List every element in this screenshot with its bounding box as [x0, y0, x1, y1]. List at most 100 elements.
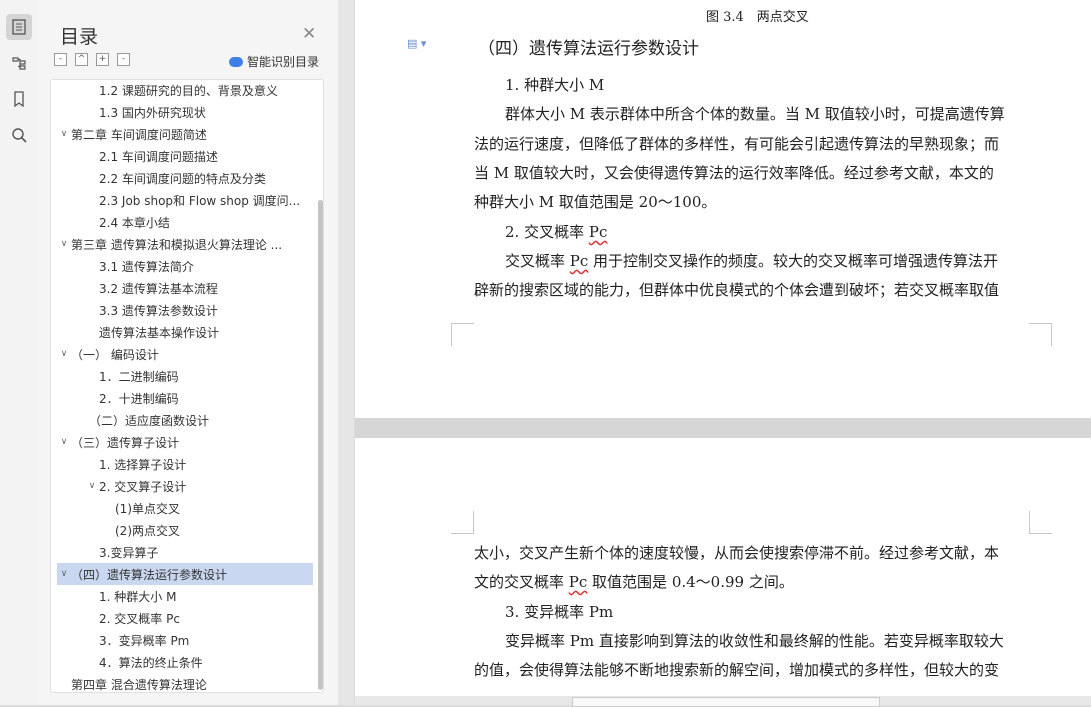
toc-item-label: 1.2 课题研究的目的、背景及意义 [99, 83, 278, 98]
add-heading-button[interactable]: + [96, 53, 109, 66]
toc-icon[interactable] [6, 14, 32, 40]
paragraph-line: 种群大小 M 取值范围是 20～100。 [474, 193, 717, 211]
paragraph-line: 群体大小 M 表示群体中所含个体的数量。当 M 取值较小时，可提高遗传算 [505, 105, 1005, 123]
document-page: ▤ ▾ [355, 0, 1091, 418]
toc-item[interactable]: 1．二进制编码 [57, 365, 313, 387]
toc-item[interactable]: 2.2 车间调度问题的特点及分类 [57, 167, 313, 189]
toc-item[interactable]: 第四章 混合遗传算法理论 [57, 673, 313, 692]
chevron-down-icon[interactable]: ∨ [57, 437, 71, 447]
toc-item-label: 1. 种群大小 M [99, 589, 177, 604]
paragraph-line: 交叉概率 Pc 用于控制交叉操作的频度。较大的交叉概率可增强遗传算法开 [505, 250, 998, 271]
toc-item[interactable]: 2.3 Job shop和 Flow shop 调度问... [57, 189, 313, 211]
ai-detect-toc-button[interactable]: 智能识别目录 [229, 53, 319, 70]
toc-panel: 目录 ✕ - ^ + - 智能识别目录 1.2 课题研究的目的、背景及意义 1.3… [38, 0, 338, 705]
status-tooltip [572, 697, 880, 707]
toc-item[interactable]: （二）适应度函数设计 [57, 409, 313, 431]
toc-item[interactable]: 3．变异概率 Pm [57, 629, 313, 651]
toc-item[interactable]: 3.变异算子 [57, 541, 313, 563]
toc-item-label: 3.3 遗传算法参数设计 [99, 303, 218, 318]
subsection-title: 1. 种群大小 M [505, 76, 605, 94]
section-heading: （四）遗传算法运行参数设计 [478, 39, 699, 59]
page-gap [355, 418, 1091, 438]
toc-item[interactable]: 1. 种群大小 M [57, 585, 313, 607]
toc-item[interactable]: ∨ （四）遗传算法运行参数设计 [57, 563, 313, 585]
spelling-flag[interactable]: Pc [569, 573, 588, 591]
toc-item[interactable]: 1.2 课题研究的目的、背景及意义 [57, 80, 313, 101]
page-corner-mark [1029, 511, 1052, 534]
paragraph-line: 变异概率 Pm 直接影响到算法的收敛性和最终解的性能。若变异概率取较大 [505, 632, 1004, 650]
ai-detect-label: 智能识别目录 [247, 55, 320, 69]
toc-item-label: （四）遗传算法运行参数设计 [71, 567, 228, 582]
toc-item-label: 3.变异算子 [99, 545, 159, 560]
text-run: 取值范围是 0.4～0.99 之间。 [587, 573, 794, 591]
chevron-down-icon[interactable]: ∨ [57, 569, 71, 579]
toc-item-label: 1.3 国内外研究现状 [99, 105, 206, 120]
bookmark-icon[interactable] [6, 86, 32, 112]
toc-item[interactable]: ∨ 2. 交叉算子设计 [57, 475, 313, 497]
toc-item-label: 2. 交叉概率 Pc [99, 611, 180, 626]
chevron-down-icon[interactable]: ∨ [57, 239, 71, 249]
text-run: 用于控制交叉操作的频度。较大的交叉概率可增强遗传算法开 [588, 252, 999, 270]
toc-item[interactable]: ∨ （一） 编码设计 [57, 343, 313, 365]
page-header-icon[interactable]: ▤ ▾ [407, 37, 426, 50]
remove-heading-button[interactable]: - [117, 53, 130, 66]
toc-scrollbar[interactable] [318, 200, 323, 690]
toc-item-label: 2. 交叉算子设计 [99, 479, 187, 494]
toc-item-label: 3.2 遗传算法基本流程 [99, 281, 218, 296]
text-run: 文的交叉概率 [474, 573, 569, 591]
toc-item-label: 4．算法的终止条件 [99, 655, 203, 670]
paragraph-line: 辟新的搜索区域的能力，但群体中优良模式的个体会遭到破坏；若交叉概率取值 [474, 281, 1000, 299]
toc-item[interactable]: 2. 交叉概率 Pc [57, 607, 313, 629]
toc-item[interactable]: 3.1 遗传算法简介 [57, 255, 313, 277]
toc-item-label: 第四章 混合遗传算法理论 [71, 677, 207, 692]
chevron-down-icon[interactable]: ∨ [57, 129, 71, 139]
toc-item-label: 1．二进制编码 [99, 369, 179, 384]
chevron-down-icon[interactable]: ∨ [85, 481, 99, 491]
toc-list: 1.2 课题研究的目的、背景及意义 1.3 国内外研究现状 ∨ 第二章 车间调度问题简… [50, 79, 324, 693]
left-icon-rail [0, 0, 39, 705]
close-icon[interactable]: ✕ [302, 24, 316, 44]
chevron-down-icon[interactable]: ∨ [57, 349, 71, 359]
toc-item[interactable]: ∨ 第三章 遗传算法和模拟退火算法理论 ... [57, 233, 313, 255]
toc-item-label: 2.2 车间调度问题的特点及分类 [99, 171, 266, 186]
toc-item[interactable]: 2．十进制编码 [57, 387, 313, 409]
search-icon[interactable] [6, 122, 32, 148]
toc-item-label: 遗传算法基本操作设计 [99, 325, 220, 340]
toc-item[interactable]: (1)单点交叉 [57, 497, 313, 519]
text-run: 交叉概率 [505, 252, 570, 270]
toc-item[interactable]: 3.2 遗传算法基本流程 [57, 277, 313, 299]
toc-item-label: 1. 选择算子设计 [99, 457, 187, 472]
toc-item[interactable]: 3.3 遗传算法参数设计 [57, 299, 313, 321]
ai-cloud-icon [229, 56, 243, 67]
level-up-button[interactable]: ^ [75, 53, 88, 66]
panel-splitter[interactable] [338, 0, 354, 705]
spelling-flag[interactable]: Pc [589, 223, 608, 241]
toc-item-label: 第三章 遗传算法和模拟退火算法理论 ... [71, 237, 283, 252]
spelling-flag[interactable]: Pc [570, 252, 589, 270]
collapse-all-button[interactable]: - [54, 53, 67, 66]
toc-item[interactable]: 1. 选择算子设计 [57, 453, 313, 475]
toc-item[interactable]: 2.4 本章小结 [57, 211, 313, 233]
panel-title: 目录 [60, 26, 99, 48]
subsection-title: 3. 变异概率 Pm [505, 603, 614, 621]
toc-item-label: 2．十进制编码 [99, 391, 179, 406]
toc-item[interactable]: (2)两点交叉 [57, 519, 313, 541]
paragraph-line: 文的交叉概率 Pc 取值范围是 0.4～0.99 之间。 [474, 571, 794, 592]
toc-item-label: 3.1 遗传算法简介 [99, 259, 194, 274]
toc-item-label: (2)两点交叉 [115, 523, 180, 538]
toc-item[interactable]: ∨ 第二章 车间调度问题简述 [57, 123, 313, 145]
toc-item-label: （二）适应度函数设计 [89, 413, 210, 428]
toc-item[interactable]: 1.3 国内外研究现状 [57, 101, 313, 123]
toc-item-label: 第二章 车间调度问题简述 [71, 127, 207, 142]
outline-icon[interactable] [6, 50, 32, 76]
toc-item[interactable]: 2.1 车间调度问题描述 [57, 145, 313, 167]
toc-item[interactable]: ∨ （三）遗传算子设计 [57, 431, 313, 453]
page-corner-mark [1029, 323, 1052, 346]
toc-item-label: (1)单点交叉 [115, 501, 180, 516]
page-corner-mark [451, 323, 474, 346]
toc-item-label: （一） 编码设计 [71, 347, 159, 362]
toc-item-label: 2.4 本章小结 [99, 215, 170, 230]
toc-item-label: 2.1 车间调度问题描述 [99, 149, 218, 164]
toc-item[interactable]: 遗传算法基本操作设计 [57, 321, 313, 343]
toc-item[interactable]: 4．算法的终止条件 [57, 651, 313, 673]
